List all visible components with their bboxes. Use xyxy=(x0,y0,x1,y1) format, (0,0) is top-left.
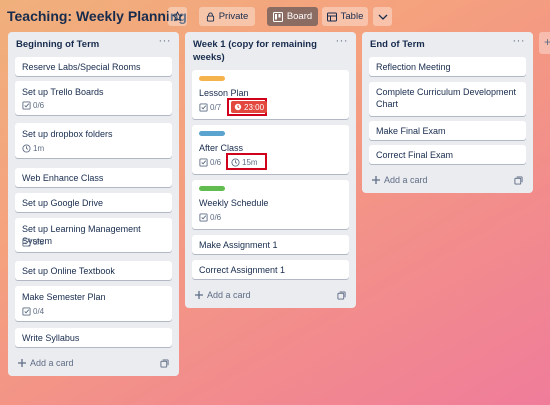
checklist-badge: 0/7 xyxy=(199,103,221,112)
card[interactable]: Make Final Exam xyxy=(369,121,526,140)
card-label xyxy=(199,131,225,136)
card[interactable]: Correct Final Exam xyxy=(369,145,526,164)
plus-icon: + xyxy=(544,35,550,49)
view-board-button[interactable]: Board xyxy=(267,7,318,26)
card[interactable]: Reflection Meeting xyxy=(369,57,526,76)
card[interactable]: Set up dropbox folders 1m xyxy=(15,123,172,158)
card-title: Set up Google Drive xyxy=(22,198,104,208)
checklist-icon xyxy=(22,238,31,247)
template-icon xyxy=(337,291,346,300)
card[interactable]: Set up Online Textbook xyxy=(15,261,172,280)
checklist-icon xyxy=(199,158,208,167)
view-table-label: Table xyxy=(340,11,364,22)
star-button[interactable] xyxy=(168,7,187,26)
checklist-badge: 0/4 xyxy=(22,307,44,316)
table-icon xyxy=(326,12,337,21)
list-menu-button[interactable]: ··· xyxy=(159,35,172,47)
add-card-button[interactable]: Add a card xyxy=(195,290,251,300)
card[interactable]: Web Enhance Class xyxy=(15,168,172,187)
checklist-icon xyxy=(199,103,208,112)
card-template-button[interactable] xyxy=(160,359,169,371)
ellipsis-icon: ··· xyxy=(335,35,348,47)
checklist-icon xyxy=(22,101,31,110)
card-title: Correct Assignment 1 xyxy=(199,265,286,275)
card[interactable]: Set up Trello Boards 0/6 xyxy=(15,81,172,115)
views-dropdown-button[interactable] xyxy=(373,7,392,26)
board-canvas: Beginning of Term ··· Reserve Labs/Speci… xyxy=(0,32,550,405)
checklist-badge: 0/6 xyxy=(199,213,221,222)
list-menu-button[interactable]: ··· xyxy=(336,35,349,47)
card[interactable]: Correct Assignment 1 xyxy=(192,260,349,279)
card-title: Write Syllabus xyxy=(22,333,80,343)
card-title: Web Enhance Class xyxy=(22,173,104,183)
card[interactable]: Reserve Labs/Special Rooms xyxy=(15,57,172,76)
card[interactable]: Weekly Schedule 0/6 xyxy=(192,180,349,229)
checklist-badge: 0/6 xyxy=(199,158,221,167)
lock-icon xyxy=(206,12,214,22)
card-title: Make Semester Plan xyxy=(22,292,106,302)
time-badge: 1m xyxy=(22,144,44,153)
visibility-button[interactable]: Private xyxy=(199,7,255,26)
card[interactable]: Write Syllabus xyxy=(15,328,172,347)
card-template-button[interactable] xyxy=(514,176,523,188)
card[interactable]: Set up Google Drive xyxy=(15,193,172,212)
checklist-badge: 0/6 xyxy=(22,101,44,110)
card-title: Make Final Exam xyxy=(376,126,446,136)
list-week-1: Week 1 (copy for remaining weeks) ··· Le… xyxy=(185,32,356,308)
view-table-button[interactable]: Table xyxy=(322,7,368,26)
list-beginning-of-term: Beginning of Term ··· Reserve Labs/Speci… xyxy=(8,32,179,376)
card[interactable]: Make Semester Plan 0/4 xyxy=(15,286,172,321)
plus-icon xyxy=(195,291,203,299)
card-label xyxy=(199,76,225,81)
add-card-button[interactable]: Add a card xyxy=(372,175,428,185)
card-title: Set up dropbox folders xyxy=(22,129,113,139)
board-header: Teaching: Weekly Planning Private Board … xyxy=(0,0,550,32)
plus-icon xyxy=(372,176,380,184)
list-end-of-term: End of Term ··· Reflection Meeting Compl… xyxy=(362,32,533,193)
card-title: Weekly Schedule xyxy=(199,198,269,208)
add-card-button[interactable]: Add a card xyxy=(18,358,74,368)
list-menu-button[interactable]: ··· xyxy=(513,35,526,47)
card-label xyxy=(199,186,225,191)
checklist-icon xyxy=(199,213,208,222)
template-icon xyxy=(160,359,169,368)
card-template-button[interactable] xyxy=(337,291,346,303)
ellipsis-icon: ··· xyxy=(512,35,525,47)
view-board-label: Board xyxy=(286,11,313,22)
star-icon xyxy=(172,11,183,22)
ellipsis-icon: ··· xyxy=(158,35,171,47)
clock-icon xyxy=(234,103,242,111)
list-title[interactable]: Beginning of Term xyxy=(16,38,157,51)
card-title: After Class xyxy=(199,143,244,153)
visibility-label: Private xyxy=(218,11,249,22)
clock-icon xyxy=(231,158,240,167)
card-title: Reflection Meeting xyxy=(376,62,451,72)
clock-icon xyxy=(22,144,31,153)
card[interactable]: Complete Curriculum Development Chart xyxy=(369,82,526,116)
card[interactable]: Lesson Plan 0/7 23:00 xyxy=(192,70,349,119)
list-title[interactable]: End of Term xyxy=(370,38,511,51)
list-title[interactable]: Week 1 (copy for remaining weeks) xyxy=(193,38,334,64)
card-title: Set up Trello Boards xyxy=(22,87,104,97)
plus-icon xyxy=(18,359,26,367)
card-title: Reserve Labs/Special Rooms xyxy=(22,62,141,72)
checklist-badge: 0/3 xyxy=(22,238,44,247)
board-title[interactable]: Teaching: Weekly Planning xyxy=(7,8,187,24)
card-title: Lesson Plan xyxy=(199,88,249,98)
time-badge: 15m xyxy=(231,158,258,167)
card-title: Set up Online Textbook xyxy=(22,266,115,276)
card[interactable]: Set up Learning Management System 0/3 xyxy=(15,218,172,252)
checklist-icon xyxy=(22,307,31,316)
add-list-button[interactable]: + xyxy=(539,32,550,54)
due-date-badge[interactable]: 23:00 xyxy=(231,101,268,113)
card[interactable]: After Class 0/6 15m xyxy=(192,125,349,174)
card-title: Correct Final Exam xyxy=(376,150,454,160)
card-title: Complete Curriculum Development Chart xyxy=(376,87,517,109)
chevron-down-icon xyxy=(378,14,387,20)
template-icon xyxy=(514,176,523,185)
board-icon xyxy=(272,11,283,22)
card-title: Make Assignment 1 xyxy=(199,240,278,250)
card[interactable]: Make Assignment 1 xyxy=(192,235,349,254)
